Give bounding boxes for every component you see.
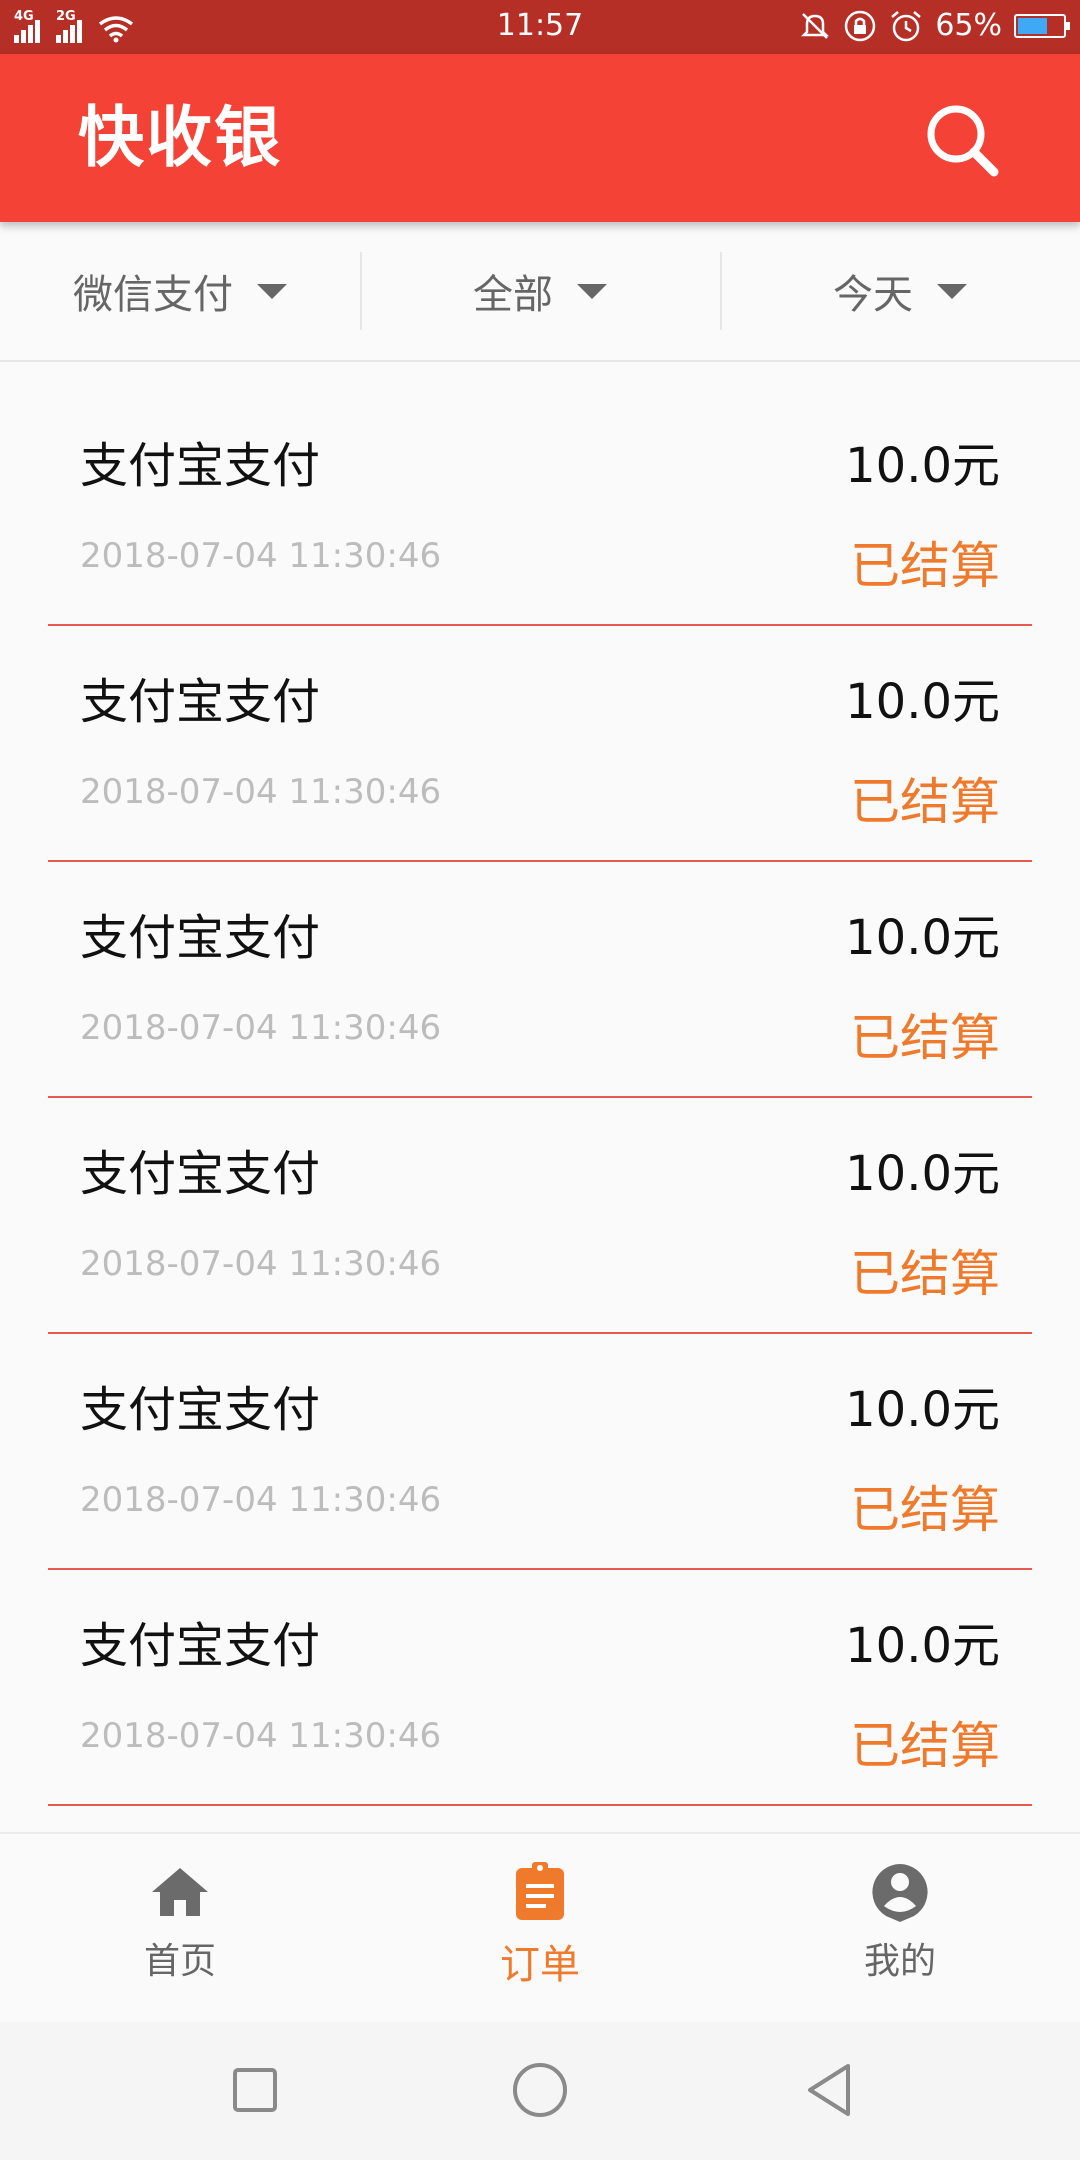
order-status: 已结算 — [850, 1481, 1000, 1539]
status-bar: 4G 2G 11:57 65% — [0, 0, 1080, 54]
system-nav-bar — [0, 2022, 1080, 2160]
order-status: 已结算 — [850, 537, 1000, 595]
order-datetime: 2018-07-04 11:30:46 — [80, 1008, 442, 1048]
app-title: 快收银 — [78, 99, 282, 176]
order-amount: 10.0元 — [845, 910, 1000, 966]
mute-notifications-icon — [801, 12, 830, 39]
order-datetime: 2018-07-04 11:30:46 — [80, 1716, 442, 1756]
nav-label: 订单 — [500, 1942, 580, 1988]
home-icon — [152, 1868, 208, 1916]
order-row[interactable]: 支付宝支付 2018-07-04 11:30:46 10.0元 已结算 — [48, 862, 1032, 1098]
profile-icon — [872, 1864, 928, 1922]
order-datetime: 2018-07-04 11:30:46 — [80, 1244, 442, 1284]
order-amount: 10.0元 — [845, 438, 1000, 494]
bottom-nav: 首页 订单 我的 — [0, 1832, 1080, 2024]
nav-label: 首页 — [143, 1941, 216, 1982]
dropdown-arrow-icon — [257, 283, 287, 299]
home-button-icon[interactable] — [510, 2060, 570, 2120]
order-payment-method: 支付宝支付 — [80, 910, 321, 966]
order-amount: 10.0元 — [845, 1618, 1000, 1674]
alarm-icon — [891, 10, 922, 41]
nav-item-home[interactable]: 首页 — [0, 1834, 360, 2024]
order-datetime: 2018-07-04 11:30:46 — [80, 536, 442, 576]
app-bar: 快收银 — [0, 54, 1080, 222]
order-row[interactable]: 支付宝支付 2018-07-04 11:30:46 10.0元 已结算 — [48, 390, 1032, 626]
back-icon[interactable] — [800, 2060, 860, 2120]
order-payment-method: 支付宝支付 — [80, 1618, 321, 1674]
order-payment-method: 支付宝支付 — [80, 438, 321, 494]
filter-date[interactable]: 今天 — [720, 222, 1080, 360]
battery-fill — [1018, 17, 1047, 34]
order-row[interactable]: 支付宝支付 2018-07-04 11:30:46 10.0元 已结算 — [48, 626, 1032, 862]
order-row[interactable]: 支付宝支付 2018-07-04 11:30:46 10.0元 已结算 — [48, 1098, 1032, 1334]
order-row[interactable]: 支付宝支付 2018-07-04 11:30:46 10.0元 已结算 — [48, 1334, 1032, 1570]
order-payment-method: 支付宝支付 — [80, 1146, 321, 1202]
order-status: 已结算 — [850, 773, 1000, 831]
order-amount: 10.0元 — [845, 1382, 1000, 1438]
dropdown-arrow-icon — [577, 283, 607, 299]
status-right: 65% — [799, 8, 1070, 43]
order-status: 已结算 — [850, 1717, 1000, 1775]
order-row[interactable]: 支付宝支付 2018-07-04 11:30:46 10.0元 已结算 — [48, 1570, 1032, 1806]
filter-payment-method[interactable]: 微信支付 — [0, 222, 360, 360]
filter-label: 全部 — [473, 272, 553, 318]
order-status: 已结算 — [850, 1009, 1000, 1067]
filter-bar: 微信支付 全部 今天 — [0, 222, 1080, 362]
order-amount: 10.0元 — [845, 674, 1000, 730]
battery-icon — [1014, 13, 1070, 38]
nav-label: 我的 — [863, 1941, 936, 1982]
battery-percent: 65% — [935, 8, 1002, 43]
rotation-lock-icon — [845, 10, 876, 41]
order-datetime: 2018-07-04 11:30:46 — [80, 772, 442, 812]
order-list: 支付宝支付 2018-07-04 11:30:46 10.0元 已结算 支付宝支… — [0, 390, 1080, 1806]
filter-label: 微信支付 — [73, 272, 233, 318]
filter-status[interactable]: 全部 — [360, 222, 720, 360]
nav-item-profile[interactable]: 我的 — [720, 1834, 1080, 2024]
order-status: 已结算 — [850, 1245, 1000, 1303]
dropdown-arrow-icon — [937, 283, 967, 299]
recent-apps-icon[interactable] — [225, 2060, 285, 2120]
order-datetime: 2018-07-04 11:30:46 — [80, 1480, 442, 1520]
order-payment-method: 支付宝支付 — [80, 1382, 321, 1438]
order-payment-method: 支付宝支付 — [80, 674, 321, 730]
filter-label: 今天 — [833, 272, 913, 318]
order-amount: 10.0元 — [845, 1146, 1000, 1202]
clipboard-icon — [516, 1862, 564, 1920]
nav-item-orders[interactable]: 订单 — [360, 1834, 720, 2024]
search-icon[interactable] — [924, 102, 1000, 178]
